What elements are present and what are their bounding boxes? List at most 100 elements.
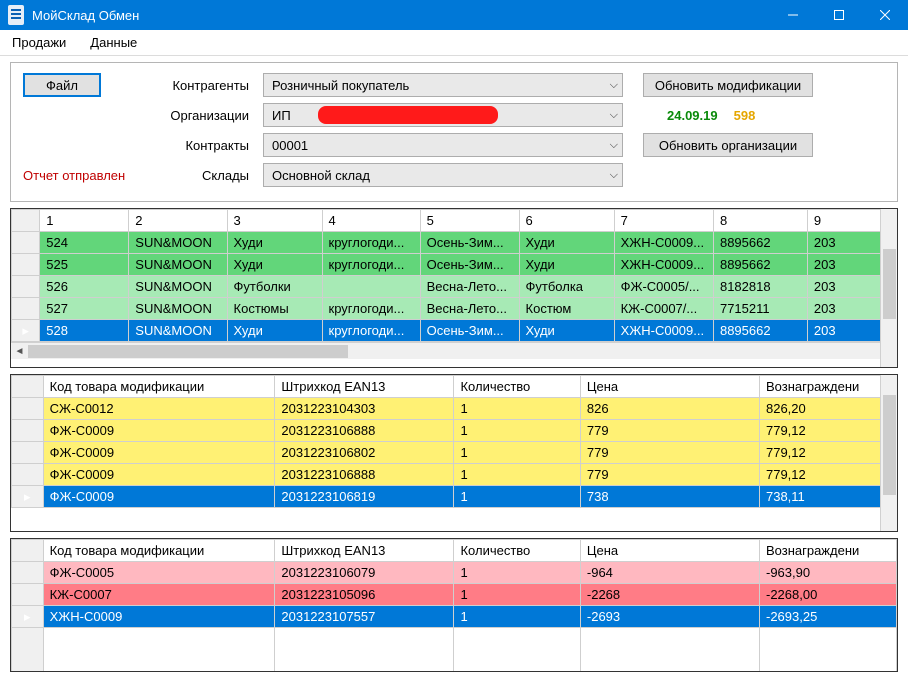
column-header[interactable]: Код товара модификации [43,376,275,398]
cell[interactable]: 7715211 [713,298,807,320]
cell[interactable]: SUN&MOON [129,254,227,276]
cell[interactable]: 528 [40,320,129,342]
cell[interactable]: Худи [519,232,614,254]
column-header[interactable]: 3 [227,210,322,232]
cell[interactable]: ХЖН-С0009 [43,606,275,628]
table-row[interactable]: 527SUN&MOONКостюмыкруглогоди...Весна-Лет… [12,298,897,320]
cell[interactable]: СЖ-С0012 [43,398,275,420]
cell[interactable]: -2693,25 [759,606,896,628]
column-header[interactable]: Количество [454,376,580,398]
table-row[interactable]: ФЖ-С000920312231068881779779,12 [12,420,897,442]
cell[interactable]: КЖ-С0007 [43,584,275,606]
cell[interactable]: 826,20 [759,398,896,420]
cell[interactable]: Осень-Зим... [420,232,519,254]
cell[interactable]: 779 [580,464,759,486]
cell[interactable]: круглогоди... [322,232,420,254]
column-header[interactable]: Штрихкод EAN13 [275,540,454,562]
menu-sales[interactable]: Продажи [0,30,78,55]
table-row[interactable]: ФЖ-С000920312231068881779779,12 [12,464,897,486]
cell[interactable]: ХЖН-С0009... [614,232,713,254]
cell[interactable]: ФЖ-С0005/... [614,276,713,298]
cell[interactable]: -2268,00 [759,584,896,606]
table-row[interactable]: ФЖ-С000920312231068021779779,12 [12,442,897,464]
column-header[interactable]: 7 [614,210,713,232]
cell[interactable]: Весна-Лето... [420,298,519,320]
maximize-button[interactable] [816,0,862,30]
table-row[interactable]: КЖ-С000720312231050961-2268-2268,00 [12,584,897,606]
cell[interactable]: ФЖ-С0009 [43,442,275,464]
column-header[interactable]: 4 [322,210,420,232]
cell[interactable]: ФЖ-С0009 [43,464,275,486]
cell[interactable]: 779,12 [759,464,896,486]
table-row[interactable]: СЖ-С001220312231043031826826,20 [12,398,897,420]
cell[interactable]: 2031223106888 [275,464,454,486]
cell[interactable]: 738,11 [759,486,896,508]
vscroll-thumb[interactable] [883,249,896,319]
column-header[interactable]: 6 [519,210,614,232]
cell[interactable]: 526 [40,276,129,298]
cell[interactable]: Осень-Зим... [420,320,519,342]
cell[interactable]: -2693 [580,606,759,628]
update-orgs-button[interactable]: Обновить организации [643,133,813,157]
cell[interactable]: -963,90 [759,562,896,584]
table-row[interactable]: ▸528SUN&MOONХудикруглогоди...Осень-Зим..… [12,320,897,342]
cell[interactable]: SUN&MOON [129,276,227,298]
table-row[interactable]: ▸ФЖ-С000920312231068191738738,11 [12,486,897,508]
scroll-thumb[interactable] [28,345,348,358]
cell[interactable]: 2031223106802 [275,442,454,464]
cell[interactable]: круглогоди... [322,320,420,342]
cell[interactable]: Костюм [519,298,614,320]
cell[interactable] [322,276,420,298]
file-button[interactable]: Файл [23,73,101,97]
vscrollbar[interactable] [880,209,897,367]
cell[interactable]: 524 [40,232,129,254]
cell[interactable]: 1 [454,562,580,584]
cell[interactable]: Худи [227,320,322,342]
cell[interactable]: -964 [580,562,759,584]
cell[interactable]: Осень-Зим... [420,254,519,276]
cell[interactable]: 2031223106819 [275,486,454,508]
cell[interactable]: 8895662 [713,254,807,276]
table-row[interactable]: 524SUN&MOONХудикруглогоди...Осень-Зим...… [12,232,897,254]
column-header[interactable]: Штрихкод EAN13 [275,376,454,398]
cell[interactable]: SUN&MOON [129,298,227,320]
cell[interactable]: -2268 [580,584,759,606]
close-button[interactable] [862,0,908,30]
cell[interactable]: 779 [580,420,759,442]
cell[interactable]: Весна-Лето... [420,276,519,298]
cell[interactable]: Футболка [519,276,614,298]
cell[interactable]: ХЖН-С0009... [614,320,713,342]
cell[interactable]: 2031223106079 [275,562,454,584]
cell[interactable]: 8895662 [713,320,807,342]
cell[interactable]: Костюмы [227,298,322,320]
table-row[interactable]: 525SUN&MOONХудикруглогоди...Осень-Зим...… [12,254,897,276]
cell[interactable]: Худи [227,232,322,254]
cell[interactable]: ФЖ-С0009 [43,420,275,442]
cell[interactable]: 527 [40,298,129,320]
cell[interactable]: 525 [40,254,129,276]
cell[interactable]: 8895662 [713,232,807,254]
column-header[interactable]: Вознаграждени [759,376,896,398]
vscroll-thumb[interactable] [883,395,896,495]
cell[interactable]: 779 [580,442,759,464]
cell[interactable]: 738 [580,486,759,508]
hscrollbar[interactable]: ◄ ► [11,342,897,359]
cell[interactable]: SUN&MOON [129,320,227,342]
column-header[interactable]: Цена [580,376,759,398]
cell[interactable]: ХЖН-С0009... [614,254,713,276]
cell[interactable]: Футболки [227,276,322,298]
cell[interactable]: 1 [454,606,580,628]
vscrollbar[interactable] [880,375,897,531]
combo-warehouse[interactable]: Основной склад⌵ [263,163,623,187]
table-row[interactable]: 526SUN&MOONФутболки Весна-Лето...Футболка… [12,276,897,298]
column-header[interactable]: 5 [420,210,519,232]
cell[interactable]: круглогоди... [322,298,420,320]
cell[interactable]: 1 [454,464,580,486]
column-header[interactable]: Код товара модификации [43,540,275,562]
cell[interactable]: Худи [227,254,322,276]
cell[interactable]: КЖ-С0007/... [614,298,713,320]
column-header[interactable]: 2 [129,210,227,232]
cell[interactable]: 2031223105096 [275,584,454,606]
cell[interactable]: 779,12 [759,442,896,464]
column-header[interactable]: Количество [454,540,580,562]
